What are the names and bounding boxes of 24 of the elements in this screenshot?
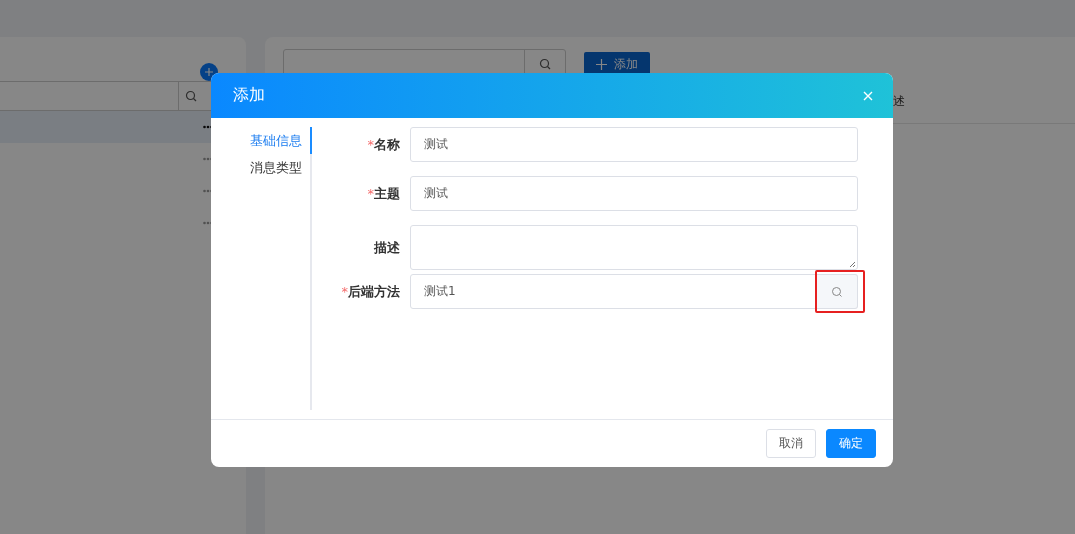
close-button[interactable]	[863, 90, 873, 101]
plus-icon	[204, 67, 214, 77]
nav-tab[interactable]: 基础信息	[211, 127, 312, 154]
search-button[interactable]	[816, 274, 858, 309]
search-icon	[830, 285, 843, 298]
plus-icon	[596, 58, 607, 70]
confirm-button[interactable]: 确定	[826, 429, 876, 458]
column-header: 述	[893, 92, 905, 110]
field-label: *主题	[366, 184, 401, 203]
cancel-button[interactable]: 取消	[766, 429, 816, 458]
input-field[interactable]: 测试1	[410, 274, 816, 309]
field-label: *名称	[366, 135, 401, 154]
close-icon	[863, 90, 873, 101]
add-button[interactable]: 添加	[584, 52, 650, 76]
input-field[interactable]: 测试	[410, 176, 858, 211]
search-icon	[185, 90, 197, 102]
dialog-title: 添加	[233, 85, 265, 106]
search-icon	[539, 58, 551, 70]
field-label: *后端方法	[340, 282, 401, 301]
field-label: 描述	[373, 238, 401, 257]
add-button[interactable]	[200, 63, 218, 81]
nav-tab[interactable]: 消息类型	[211, 154, 312, 181]
input-field[interactable]: 测试	[410, 127, 858, 162]
resize-grip-icon	[849, 261, 856, 268]
